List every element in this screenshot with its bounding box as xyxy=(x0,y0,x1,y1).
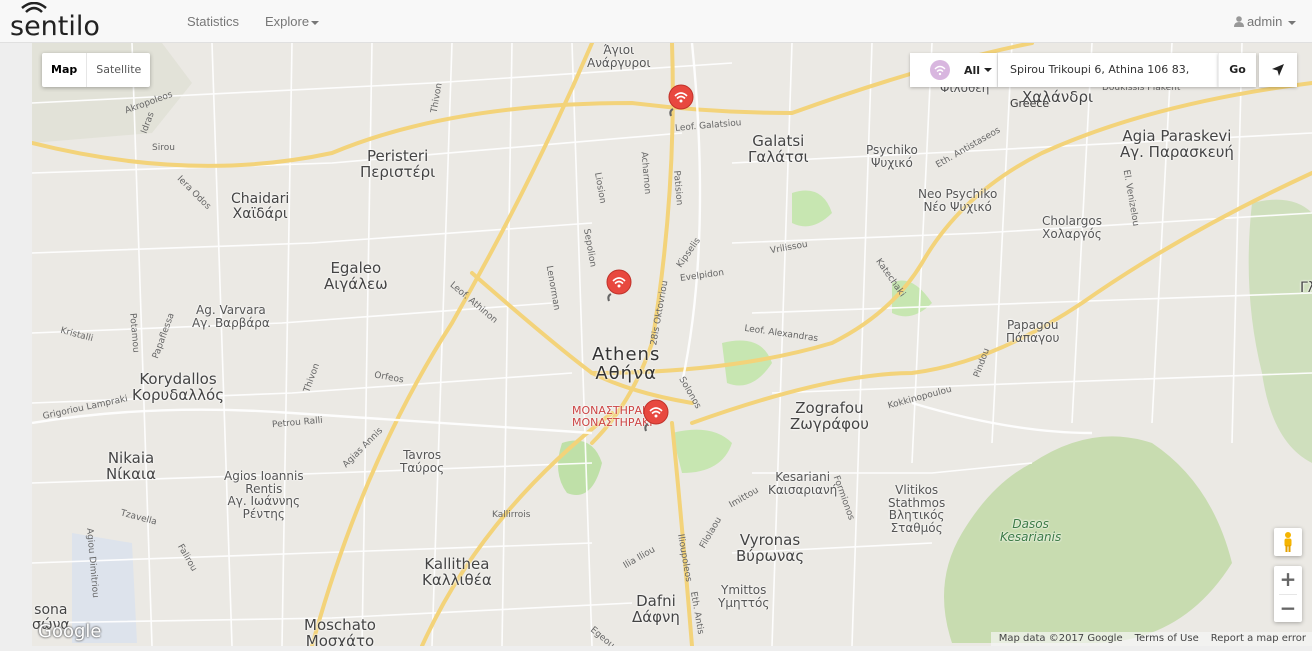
user-menu[interactable]: admin xyxy=(1233,14,1296,29)
place-korydallos: Korydallos Κορυδαλλός xyxy=(132,370,225,404)
place-moschato: Moschato Μοσχάτο xyxy=(304,616,376,646)
filter-selected-label: All xyxy=(964,63,981,77)
nav-statistics[interactable]: Statistics xyxy=(187,14,239,29)
user-icon xyxy=(1233,16,1244,27)
map-type-satellite-button[interactable]: Satellite xyxy=(87,53,150,87)
google-logo[interactable]: Google xyxy=(38,621,101,642)
sensor-marker-2[interactable] xyxy=(605,268,633,304)
chevron-down-icon xyxy=(1288,20,1296,25)
wifi-icon xyxy=(606,269,632,302)
map-canvas[interactable]: Άγιοι Ανάργυροι Φιλοθέη Χαλάνδρι Periste… xyxy=(32,43,1312,646)
place-psychiko: Psychiko Ψυχικό xyxy=(866,143,918,170)
report-error-link[interactable]: Report a map error xyxy=(1211,632,1306,646)
sensor-marker-1[interactable] xyxy=(667,83,695,119)
map-type-map-button[interactable]: Map xyxy=(42,53,88,87)
map-attribution: Map data ©2017 Google Terms of Use Repor… xyxy=(990,632,1312,646)
nav-explore-label: Explore xyxy=(265,14,310,29)
zoom-out-button[interactable]: − xyxy=(1274,595,1302,622)
place-zografou: Zografou Ζωγράφου xyxy=(790,399,869,433)
map-type-control: Map Satellite xyxy=(42,53,151,87)
logo-text: sentilo xyxy=(10,11,100,40)
place-nikaia: Nikaia Νίκαια xyxy=(106,449,156,483)
sensor-filter-dropdown[interactable]: All xyxy=(910,53,998,87)
place-ag-varvara: Ag. Varvara Αγ. Βαρβάρα xyxy=(192,303,270,330)
map-data-attribution: Map data ©2017 Google xyxy=(998,633,1123,644)
place-tavros: Tavros Ταύρος xyxy=(400,448,445,475)
place-dasos-kesarianis: Dasos Kesarianis xyxy=(1000,517,1062,544)
place-athens: Athens Αθήνα xyxy=(592,344,661,384)
go-button[interactable]: Go xyxy=(1218,53,1256,87)
place-agios-ioannis: Agios Ioannis Rentis Αγ. Ιωάννης Ρέντης xyxy=(224,469,304,521)
terms-of-use-link[interactable]: Terms of Use xyxy=(1135,632,1199,646)
location-arrow-icon xyxy=(1272,64,1284,76)
place-papagou: Papagou Πάπαγου xyxy=(1006,318,1060,345)
place-kesariani: Kesariani Καισαριανή xyxy=(768,470,838,497)
nav-explore[interactable]: Explore xyxy=(265,14,320,29)
place-ymittos: Ymittos Υμηττός xyxy=(718,583,770,610)
chevron-down-icon xyxy=(984,68,993,72)
sensor-marker-3[interactable] xyxy=(642,398,670,434)
chevron-down-icon xyxy=(311,20,320,25)
place-agia-paraskevi: Agia Paraskevi Αγ. Παρασκευή xyxy=(1120,127,1234,161)
place-cholargos: Cholargos Χολαργός xyxy=(1042,214,1102,241)
locate-me-button[interactable] xyxy=(1259,53,1297,87)
place-dafni: Dafni Δάφνη xyxy=(632,592,680,626)
street-view-pegman[interactable] xyxy=(1274,528,1302,556)
place-edge-label: Γλ xyxy=(1300,280,1312,296)
top-navbar: sentilo Statistics Explore admin xyxy=(0,0,1312,43)
place-chaidari: Chaidari Χαϊδάρι xyxy=(231,191,290,222)
place-kallithea: Kallithea Καλλιθέα xyxy=(422,555,492,589)
place-agioi-anargyroi: Άγιοι Ανάργυροι xyxy=(587,43,651,70)
place-vlitikos: Vlitikos Stathmos Βλητικός Σταθμός xyxy=(888,483,946,535)
pegman-icon xyxy=(1284,532,1292,552)
place-peristeri: Peristeri Περιστέρι xyxy=(360,147,436,181)
user-name: admin xyxy=(1246,14,1283,29)
nav-statistics-label: Statistics xyxy=(187,14,240,29)
sentilo-logo[interactable]: sentilo xyxy=(10,1,150,42)
street-label: Sirou xyxy=(152,143,175,153)
place-galatsi: Galatsi Γαλάτσι xyxy=(748,132,809,166)
wifi-icon xyxy=(668,84,694,117)
wifi-icon xyxy=(643,399,669,432)
zoom-in-button[interactable]: + xyxy=(1274,566,1302,594)
wifi-icon xyxy=(930,60,950,80)
place-vyronas: Vyronas Βύρωνας xyxy=(736,531,805,565)
place-monastiraki: ΜΟΝΑΣΤΗΡΑΚΙ ΜΟΝΑΣΤΗΡΑΚΙ xyxy=(572,404,653,429)
zoom-control: + − xyxy=(1274,566,1302,622)
place-neo-psychiko: Neo Psychiko Νέο Ψυχικό xyxy=(918,187,998,214)
address-search-input[interactable]: Spirou Trikoupi 6, Athina 106 83, Greece xyxy=(998,53,1218,110)
place-egaleo: Egaleo Αιγάλεω xyxy=(324,259,388,293)
street-label: Kallirrois xyxy=(492,510,531,520)
map-search-bar: All Spirou Trikoupi 6, Athina 106 83, Gr… xyxy=(910,53,1297,110)
